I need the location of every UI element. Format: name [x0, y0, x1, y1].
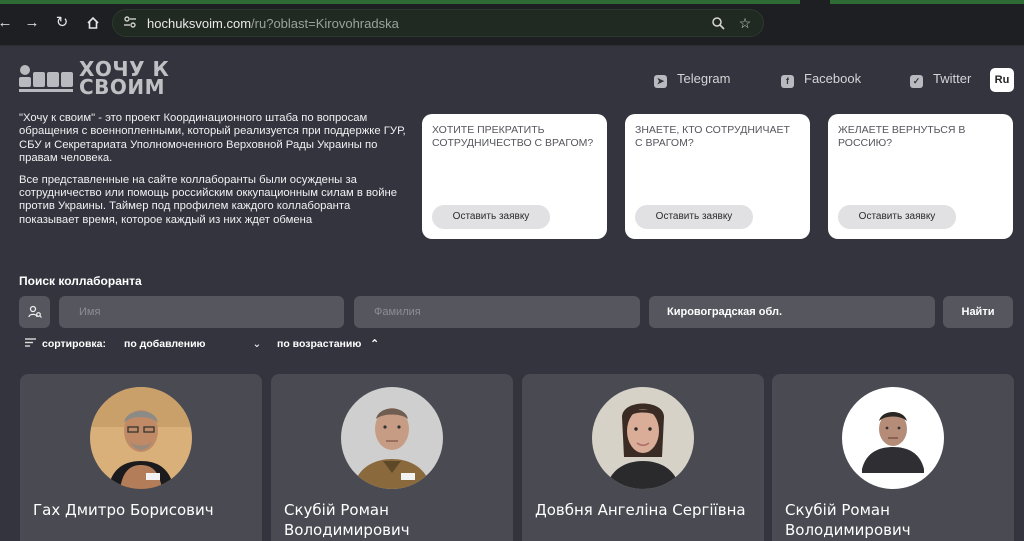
collaborator-card[interactable]: Гах Дмитро Борисович: [20, 374, 262, 541]
card-stop-collaboration: Хотите прекратить сотрудничество с враго…: [422, 114, 607, 239]
url-host: hochuksvoim.com: [147, 16, 252, 31]
facebook-icon: f: [781, 75, 794, 88]
sort-label: сортировка:: [25, 338, 106, 350]
tab-strip-edge: [0, 0, 800, 4]
telegram-link[interactable]: ➤ Telegram: [654, 71, 730, 88]
chevron-down-icon: ⌄: [252, 338, 262, 350]
home-icon[interactable]: [82, 12, 104, 34]
language-button[interactable]: Ru: [990, 68, 1014, 92]
tune-icon[interactable]: [123, 15, 139, 31]
url-text[interactable]: hochuksvoim.com/ru?oblast=Kirovohradska: [147, 16, 399, 31]
sort-label-text: сортировка:: [42, 338, 106, 350]
submit-request-button[interactable]: Оставить заявку: [432, 205, 550, 229]
address-bar[interactable]: hochuksvoim.com/ru?oblast=Kirovohradska …: [112, 9, 764, 37]
collaborator-card[interactable]: Довбня Ангеліна Сергіївна: [522, 374, 764, 541]
card-text: Желаете вернуться в Россию?: [838, 124, 966, 149]
chevron-up-double-icon: ⌃: [370, 338, 380, 350]
reload-icon[interactable]: ↻: [51, 12, 73, 34]
avatar: [592, 387, 694, 489]
star-icon[interactable]: ☆: [736, 14, 754, 32]
facebook-link[interactable]: f Facebook: [781, 71, 861, 88]
submit-request-button[interactable]: Оставить заявку: [635, 205, 753, 229]
collaborator-card[interactable]: Скубій Роман Володимирович: [271, 374, 513, 541]
collaborator-name: Гах Дмитро Борисович: [33, 501, 214, 519]
tab-strip-edge-right: [830, 0, 1024, 4]
search-title: Поиск коллаборанта: [19, 274, 142, 288]
intro-paragraph-1: "Хочу к своим" - это проект Координацион…: [19, 112, 406, 165]
logo-mark-icon: [19, 65, 73, 92]
region-select[interactable]: Кировоградская обл.: [649, 296, 935, 328]
telegram-label: Telegram: [677, 71, 731, 86]
find-button[interactable]: Найти: [943, 296, 1013, 328]
submit-request-button[interactable]: Оставить заявку: [838, 205, 956, 229]
collaborator-name: Скубій Роман Володимирович: [284, 501, 410, 539]
telegram-icon: ➤: [654, 75, 667, 88]
collaborator-name: Скубій Роман Володимирович: [785, 501, 911, 539]
avatar: [842, 387, 944, 489]
site-logo[interactable]: ХОЧУ К СВОИМ: [19, 59, 169, 100]
zoom-icon[interactable]: [709, 14, 727, 32]
arrow-right-icon[interactable]: →: [21, 12, 43, 34]
last-name-input[interactable]: Фамилия: [354, 296, 640, 328]
sort-by-value: по добавлению: [124, 338, 206, 350]
twitter-link[interactable]: ✓ Twitter: [910, 71, 971, 88]
collaborator-card[interactable]: Скубій Роман Володимирович: [772, 374, 1014, 541]
url-path: /ru?oblast=Kirovohradska: [251, 16, 399, 31]
avatar: [341, 387, 443, 489]
twitter-icon: ✓: [910, 75, 923, 88]
intro-text: "Хочу к своим" - это проект Координацион…: [19, 112, 411, 235]
sort-order-value: по возрастанию: [277, 338, 362, 350]
sort-icon: [25, 338, 36, 350]
facebook-label: Facebook: [804, 71, 862, 86]
card-text: Хотите прекратить сотрудничество с враго…: [432, 124, 594, 149]
card-return-to-russia: Желаете вернуться в Россию? Оставить зая…: [828, 114, 1013, 239]
logo-text-line2: СВОИМ: [79, 75, 166, 99]
sort-by-dropdown[interactable]: по добавлению ⌄: [124, 338, 261, 350]
twitter-label: Twitter: [933, 71, 972, 86]
browser-toolbar: ← → ↻ hochuksvoim.com/ru?oblast=Kirovohr…: [0, 0, 1024, 46]
person-search-icon[interactable]: [19, 296, 50, 328]
card-text: Знаете, кто сотрудничает с врагом?: [635, 124, 790, 149]
arrow-left-icon[interactable]: ←: [0, 12, 16, 34]
sort-order-toggle[interactable]: по возрастанию ⌃: [277, 338, 379, 350]
card-report-collaborator: Знаете, кто сотрудничает с врагом? Остав…: [625, 114, 810, 239]
collaborator-name: Довбня Ангеліна Сергіївна: [535, 501, 746, 519]
intro-paragraph-2: Все представленные на сайте коллаборанты…: [19, 173, 398, 226]
first-name-input[interactable]: Имя: [59, 296, 344, 328]
avatar: [90, 387, 192, 489]
logo-text: ХОЧУ К СВОИМ: [79, 59, 189, 99]
